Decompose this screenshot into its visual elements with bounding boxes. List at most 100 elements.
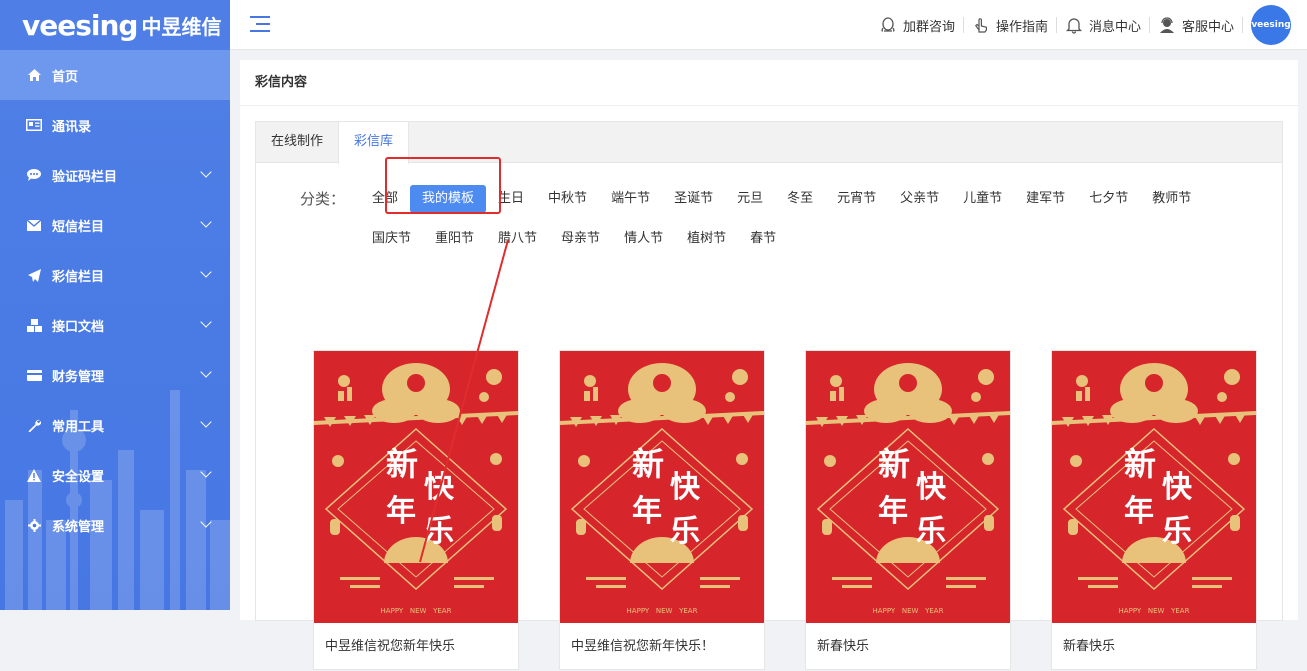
template-thumbnail[interactable]: 新 快 年 乐 HAPPY NEW YEAR (1052, 351, 1256, 623)
sidebar-item-home[interactable]: 首页 (0, 50, 230, 100)
category-item[interactable]: 元宵节 (825, 185, 888, 213)
sidebar-item-label: 首页 (52, 69, 79, 85)
chevron-down-icon (200, 316, 212, 328)
nav-join-group[interactable]: 加群咨询 (871, 16, 964, 35)
art-char: 快 (424, 470, 455, 505)
chevron-down-icon (200, 216, 212, 228)
category-item[interactable]: 春节 (738, 225, 788, 253)
art-char: 快 (1162, 470, 1193, 505)
top-nav: 加群咨询 操作指南 消息中心 客服中心 veesing (871, 0, 1307, 50)
sidebar-item-finance[interactable]: 财务管理 (0, 350, 230, 400)
category-item[interactable]: 圣诞节 (662, 185, 725, 213)
sidebar: veesing 中昱维信 首页 通讯录 验证码栏目 短信栏目 彩信栏目 接口文档… (0, 0, 230, 610)
new-year-artwork: 新 快 年 乐 HAPPY NEW YEAR (1052, 351, 1256, 623)
art-char: 乐 (916, 514, 946, 549)
template-thumbnail[interactable]: 新 快 年 乐 HAPPY NEW YEAR (560, 351, 764, 623)
art-char: 年 (1124, 494, 1154, 529)
category-item[interactable]: 儿童节 (951, 185, 1014, 213)
template-caption: 新春快乐 (817, 639, 870, 654)
category-item[interactable]: 腊八节 (486, 225, 549, 253)
logo-en: veesing (22, 8, 138, 42)
page-title: 彩信内容 (240, 60, 1298, 106)
menu-toggle-icon[interactable] (250, 16, 270, 34)
home-icon (26, 68, 42, 82)
logo-cn: 中昱维信 (141, 14, 222, 39)
sidebar-item-label: 常用工具 (52, 419, 105, 435)
chevron-down-icon (200, 416, 212, 428)
tab-online-create[interactable]: 在线制作 (256, 122, 338, 163)
template-caption: 中昱维信祝您新年快乐 (325, 639, 456, 654)
art-footer: HAPPY NEW YEAR (381, 607, 452, 615)
nav-label: 消息中心 (1088, 19, 1141, 35)
art-char: 乐 (1162, 514, 1192, 549)
category-item[interactable]: 中秋节 (536, 185, 599, 213)
hand-pointer-icon (972, 16, 990, 34)
chevron-down-icon (200, 366, 212, 378)
cubes-icon (26, 318, 42, 332)
category-item[interactable]: 建军节 (1014, 185, 1077, 213)
bell-icon (1065, 16, 1083, 34)
sidebar-item-label: 彩信栏目 (52, 269, 105, 285)
art-footer: HAPPY NEW YEAR (873, 607, 944, 615)
template-card[interactable]: 新 快 年 乐 HAPPY NEW YEAR 中昱维信祝您新年快乐！ (559, 350, 765, 670)
sidebar-item-label: 短信栏目 (52, 219, 105, 235)
sidebar-item-mms[interactable]: 彩信栏目 (0, 250, 230, 300)
art-char: 新 (1124, 445, 1156, 483)
sidebar-item-sms[interactable]: 短信栏目 (0, 200, 230, 250)
sidebar-item-contacts[interactable]: 通讯录 (0, 100, 230, 150)
nav-guide[interactable]: 操作指南 (964, 16, 1057, 35)
template-caption: 新春快乐 (1063, 639, 1116, 654)
template-thumbnail[interactable]: 新 快 年 乐 HAPPY NEW YEAR (806, 351, 1010, 623)
art-char: 新 (632, 445, 664, 483)
template-card[interactable]: 新 快 年 乐 HAPPY NEW YEAR 中昱维信祝您新年快乐 (313, 350, 519, 670)
logo[interactable]: veesing 中昱维信 (0, 0, 230, 50)
sidebar-item-security[interactable]: 安全设置 (0, 450, 230, 500)
template-caption: 中昱维信祝您新年快乐！ (571, 639, 715, 654)
sidebar-item-api-docs[interactable]: 接口文档 (0, 300, 230, 350)
category-item[interactable]: 父亲节 (888, 185, 951, 213)
sidebar-item-label: 系统管理 (52, 519, 105, 535)
sidebar-item-label: 财务管理 (52, 369, 105, 385)
support-agent-icon (1158, 16, 1176, 34)
template-card[interactable]: 新 快 年 乐 HAPPY NEW YEAR 新春快乐 (805, 350, 1011, 670)
category-item[interactable]: 冬至 (775, 185, 825, 213)
template-card[interactable]: 新 快 年 乐 HAPPY NEW YEAR 新春快乐 (1051, 350, 1257, 670)
template-thumbnail[interactable]: 新 快 年 乐 HAPPY NEW YEAR (314, 351, 518, 623)
template-list: 新 快 年 乐 HAPPY NEW YEAR 中昱维信祝您新年快乐 新 快 年 … (313, 350, 1297, 670)
new-year-artwork: 新 快 年 乐 HAPPY NEW YEAR (806, 351, 1010, 623)
nav-messages[interactable]: 消息中心 (1057, 16, 1150, 35)
annotation-highlight-box (385, 157, 501, 214)
art-char: 年 (386, 494, 416, 529)
avatar[interactable]: veesing (1251, 5, 1291, 45)
nav-support[interactable]: 客服中心 (1150, 16, 1243, 35)
sidebar-item-label: 安全设置 (52, 469, 105, 485)
category-item[interactable]: 母亲节 (549, 225, 612, 253)
art-footer: HAPPY NEW YEAR (1119, 607, 1190, 615)
category-item[interactable]: 教师节 (1140, 185, 1203, 213)
category-item[interactable]: 植树节 (675, 225, 738, 253)
art-char: 新 (878, 445, 910, 483)
art-char: 年 (632, 494, 662, 529)
category-item[interactable]: 重阳节 (423, 225, 486, 253)
sidebar-item-verification[interactable]: 验证码栏目 (0, 150, 230, 200)
new-year-artwork: 新 快 年 乐 HAPPY NEW YEAR (314, 351, 518, 623)
category-row: 国庆节 重阳节 腊八节 母亲节 情人节 植树节 春节 (360, 225, 788, 253)
qq-icon (879, 16, 897, 34)
address-book-icon (26, 118, 42, 132)
art-char: 快 (916, 470, 947, 505)
category-item[interactable]: 七夕节 (1077, 185, 1140, 213)
category-item[interactable]: 国庆节 (360, 225, 423, 253)
category-label: 分类： (300, 190, 346, 208)
art-char: 年 (878, 494, 908, 529)
chevron-down-icon (200, 516, 212, 528)
category-item[interactable]: 元旦 (725, 185, 775, 213)
category-item[interactable]: 情人节 (612, 225, 675, 253)
new-year-artwork: 新 快 年 乐 HAPPY NEW YEAR (560, 351, 764, 623)
nav-label: 客服中心 (1181, 19, 1234, 35)
sidebar-item-tools[interactable]: 常用工具 (0, 400, 230, 450)
category-item[interactable]: 端午节 (599, 185, 662, 213)
chevron-down-icon (200, 166, 212, 178)
warning-icon (26, 468, 42, 482)
sidebar-item-system[interactable]: 系统管理 (0, 500, 230, 550)
wrench-icon (26, 418, 42, 432)
